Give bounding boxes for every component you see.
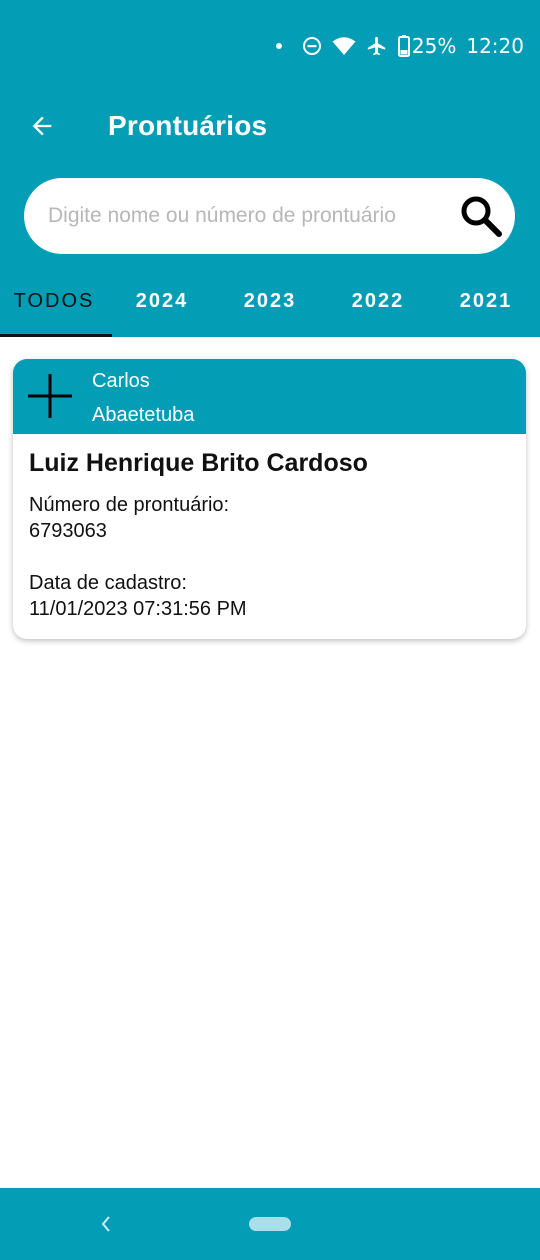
battery-icon [397,35,410,57]
back-button[interactable] [22,106,62,146]
plus-icon[interactable] [27,373,73,419]
tab-2022[interactable]: 2022 [324,268,432,337]
arrow-left-icon [32,116,52,136]
battery-percent: 25% [411,34,457,58]
tab-todos[interactable]: TODOS [0,268,112,337]
search-input[interactable] [48,196,448,236]
tab-label: 2022 [351,290,405,312]
record-number-value: 6793063 [29,520,107,542]
system-nav-bar [0,1188,540,1260]
year-tabs: TODOS 2024 2023 2022 2021 [0,268,540,337]
tab-2023[interactable]: 2023 [216,268,324,337]
card-header: Carlos Abaetetuba [13,359,526,434]
app-bar: Prontuários [0,92,540,168]
page-title: Prontuários [108,110,268,141]
wifi-icon [332,36,356,56]
card-body: Luiz Henrique Brito Cardoso Número de pr… [29,449,510,622]
do-not-disturb-icon [302,36,322,56]
patient-name: Luiz Henrique Brito Cardoso [29,449,368,477]
search-box [24,178,515,254]
tab-label: TODOS [13,290,95,312]
tab-2024[interactable]: 2024 [108,268,216,337]
search-area [0,168,540,268]
status-time: 12:20 [466,34,524,58]
card-location: Abaetetuba [92,404,195,426]
airplane-icon [366,35,388,57]
chevron-left-icon [101,1216,110,1232]
card-doctor-name: Carlos [92,370,150,392]
tab-2021[interactable]: 2021 [432,268,540,337]
tab-label: 2021 [459,290,513,312]
record-card[interactable]: Carlos Abaetetuba Luiz Henrique Brito Ca… [13,359,526,639]
tab-label: 2024 [135,290,189,312]
status-bar: 25% 12:20 [0,0,540,92]
record-number-label: Número de prontuário: [29,494,230,516]
registration-date-value: 11/01/2023 07:31:56 PM [29,598,247,620]
nav-home-pill[interactable] [249,1217,291,1231]
search-button[interactable] [457,192,505,240]
tab-label: 2023 [243,290,297,312]
registration-date-label: Data de cadastro: [29,572,187,594]
nav-back-button[interactable] [94,1210,118,1238]
notification-dot [275,43,282,49]
status-icons: 25% 12:20 [275,34,524,58]
search-icon [461,196,502,237]
